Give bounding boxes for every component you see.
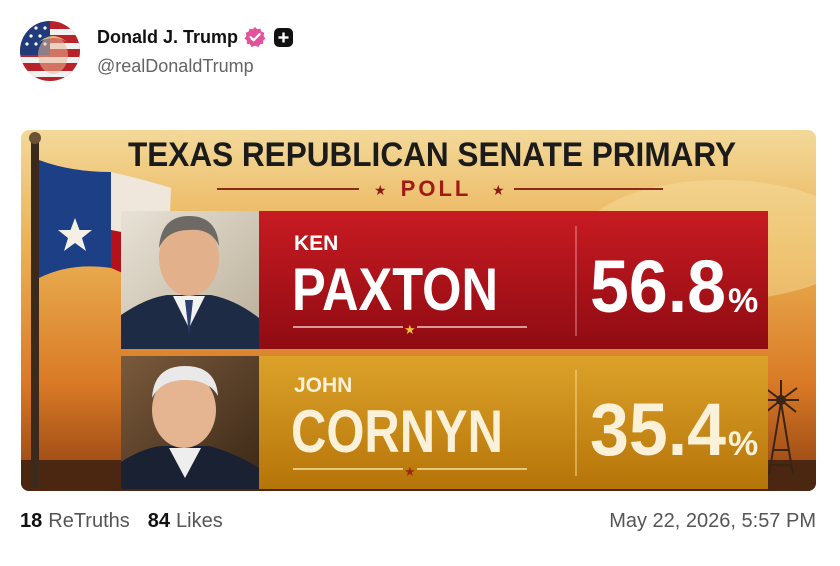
star-icon: ★ bbox=[404, 464, 416, 479]
candidate-row-cornyn: JOHN CORNYN ★ 35.4 % bbox=[121, 356, 768, 489]
graphic-subtitle: POLL bbox=[401, 176, 472, 201]
plus-badge-icon bbox=[274, 27, 294, 47]
likes-label: Likes bbox=[176, 509, 223, 532]
candidate-percentage: 56.8 bbox=[590, 245, 726, 328]
likes-stat[interactable]: 84 Likes bbox=[148, 510, 223, 533]
candidate-last-name: CORNYN bbox=[291, 398, 503, 465]
retruths-count: 18 bbox=[20, 509, 43, 532]
graphic-title: TEXAS REPUBLICAN SENATE PRIMARY bbox=[128, 136, 736, 174]
percent-sign: % bbox=[728, 425, 758, 463]
display-name[interactable]: Donald J. Trump bbox=[97, 27, 238, 48]
post-timestamp[interactable]: May 22, 2026, 5:57 PM bbox=[609, 510, 816, 533]
retruths-label: ReTruths bbox=[48, 509, 130, 532]
candidate-row-paxton: KEN PAXTON ★ 56.8 % bbox=[121, 211, 768, 349]
candidate-last-name: PAXTON bbox=[292, 256, 498, 323]
star-icon: ★ bbox=[492, 182, 505, 198]
star-icon: ★ bbox=[374, 182, 387, 198]
candidate-percentage: 35.4 bbox=[590, 388, 726, 471]
likes-count: 84 bbox=[147, 509, 171, 532]
post-image[interactable]: TEXAS REPUBLICAN SENATE PRIMARY ★ ★ POLL… bbox=[21, 130, 816, 491]
avatar[interactable] bbox=[20, 21, 80, 81]
candidate-first-name: JOHN bbox=[294, 374, 352, 397]
candidate-first-name: KEN bbox=[294, 232, 338, 255]
retruths-stat[interactable]: 18 ReTruths bbox=[20, 510, 130, 533]
author-identity: Donald J. Trump @realDonaldTrump bbox=[97, 25, 294, 77]
percent-sign: % bbox=[728, 282, 758, 320]
star-icon: ★ bbox=[404, 322, 416, 337]
handle[interactable]: @realDonaldTrump bbox=[97, 56, 293, 77]
post-footer: 18 ReTruths 84 Likes May 22, 2026, 5:57 … bbox=[20, 508, 816, 534]
post-header: Donald J. Trump @realDonaldTrump bbox=[20, 20, 294, 82]
verified-badge-icon bbox=[244, 26, 266, 48]
